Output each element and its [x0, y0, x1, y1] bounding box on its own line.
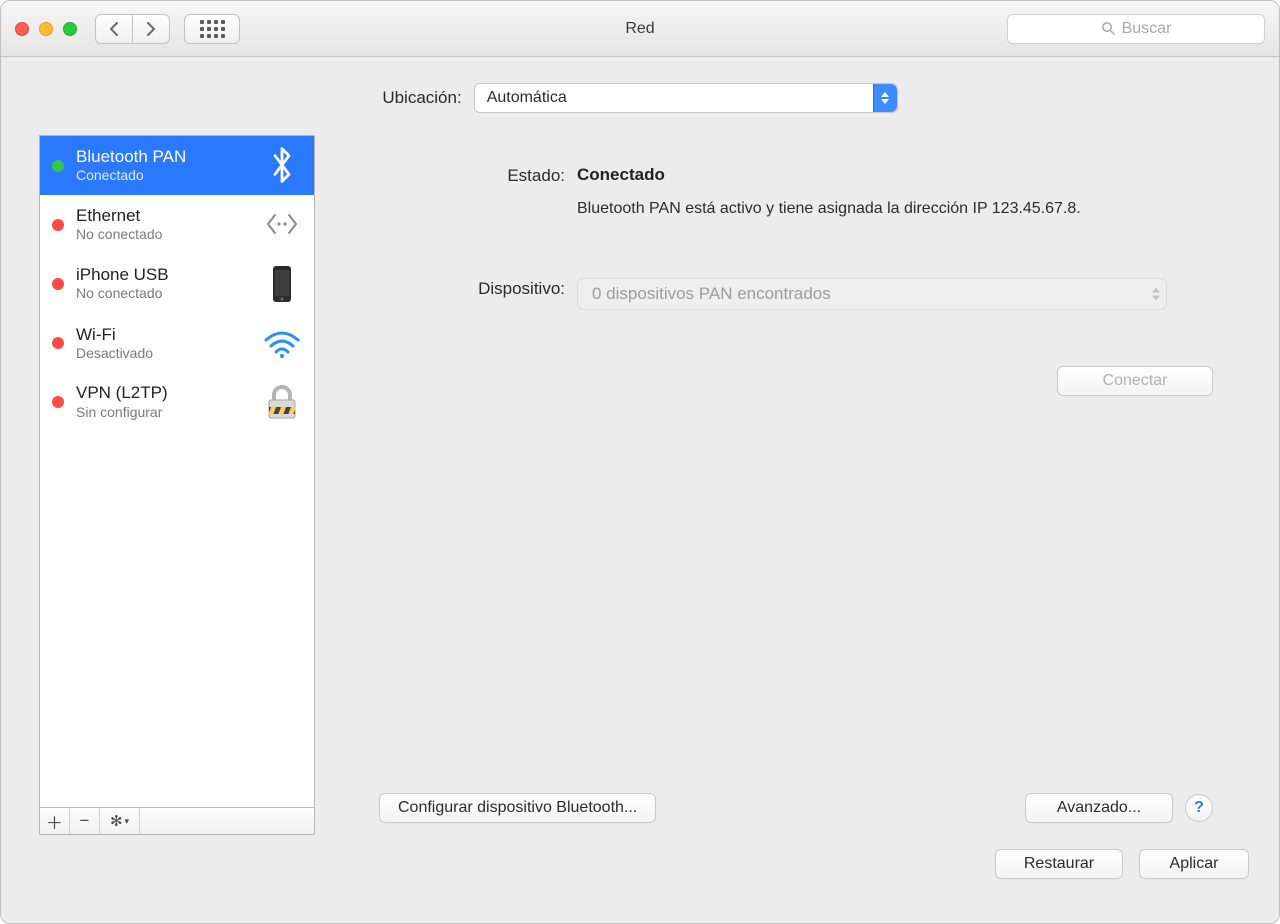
- service-iphone-usb[interactable]: iPhone USB No conectado: [40, 254, 314, 314]
- service-name: Ethernet: [76, 205, 248, 226]
- ethernet-icon: [260, 207, 304, 241]
- advanced-button[interactable]: Avanzado...: [1025, 793, 1173, 823]
- forward-button[interactable]: [132, 14, 170, 44]
- status-label: Estado:: [345, 165, 565, 220]
- pane-bottom-row: Configurar dispositivo Bluetooth... Avan…: [345, 793, 1213, 823]
- phone-icon: [260, 264, 304, 304]
- revert-button[interactable]: Restaurar: [995, 849, 1123, 879]
- sidebar-footer: ＋ − ✻ ▾: [39, 807, 315, 835]
- service-status: Desactivado: [76, 345, 248, 363]
- status-dot-icon: [52, 396, 64, 408]
- service-status: No conectado: [76, 285, 248, 303]
- service-ethernet[interactable]: Ethernet No conectado: [40, 195, 314, 254]
- gear-icon: ✻: [110, 812, 123, 830]
- status-dot-icon: [52, 160, 64, 172]
- service-name: Bluetooth PAN: [76, 146, 248, 167]
- help-button[interactable]: ?: [1185, 794, 1213, 822]
- footer-buttons: Restaurar Aplicar: [1, 835, 1279, 879]
- chevron-down-icon: ▾: [125, 816, 130, 827]
- search-field[interactable]: Buscar: [1007, 14, 1265, 44]
- service-status: Sin configurar: [76, 404, 248, 422]
- status-row: Estado: Conectado Bluetooth PAN está act…: [345, 165, 1213, 220]
- nav-group: [95, 14, 170, 44]
- service-status: Conectado: [76, 167, 248, 185]
- network-preferences-window: Red Buscar Ubicación: Automática Bluetoo…: [0, 0, 1280, 924]
- show-all-button[interactable]: [184, 14, 240, 44]
- lock-icon: [260, 383, 304, 421]
- service-bluetooth-pan[interactable]: Bluetooth PAN Conectado: [40, 136, 314, 195]
- service-name: VPN (L2TP): [76, 382, 248, 403]
- device-row: Dispositivo: 0 dispositivos PAN encontra…: [345, 278, 1213, 310]
- status-dot-icon: [52, 219, 64, 231]
- add-service-button[interactable]: ＋: [40, 808, 70, 834]
- remove-service-button[interactable]: −: [70, 808, 100, 834]
- select-stepper-icon: [873, 84, 897, 112]
- connect-button[interactable]: Conectar: [1057, 366, 1213, 396]
- wifi-icon: [260, 328, 304, 358]
- service-actions-menu[interactable]: ✻ ▾: [100, 808, 140, 834]
- window-controls: [15, 22, 77, 36]
- select-stepper-icon: [1152, 288, 1160, 301]
- status-description: Bluetooth PAN está activo y tiene asigna…: [577, 197, 1117, 220]
- device-value: 0 dispositivos PAN encontrados: [592, 284, 831, 304]
- location-row: Ubicación: Automática: [1, 57, 1279, 135]
- configure-bluetooth-button[interactable]: Configurar dispositivo Bluetooth...: [379, 793, 656, 823]
- search-placeholder: Buscar: [1122, 20, 1172, 38]
- service-name: iPhone USB: [76, 264, 248, 285]
- sidebar-column: Bluetooth PAN Conectado Ethernet No cone…: [39, 135, 315, 835]
- location-select[interactable]: Automática: [474, 83, 898, 113]
- service-name: Wi-Fi: [76, 324, 248, 345]
- device-label: Dispositivo:: [345, 278, 565, 310]
- status-dot-icon: [52, 278, 64, 290]
- connect-row: Conectar: [345, 366, 1213, 396]
- services-list: Bluetooth PAN Conectado Ethernet No cone…: [39, 135, 315, 807]
- body: Bluetooth PAN Conectado Ethernet No cone…: [1, 135, 1279, 835]
- zoom-window-button[interactable]: [63, 22, 77, 36]
- service-vpn[interactable]: VPN (L2TP) Sin configurar: [40, 372, 314, 431]
- service-wifi[interactable]: Wi-Fi Desactivado: [40, 314, 314, 373]
- apply-button[interactable]: Aplicar: [1139, 849, 1249, 879]
- status-value: Conectado: [577, 165, 1213, 185]
- titlebar: Red Buscar: [1, 1, 1279, 57]
- bluetooth-icon: [260, 146, 304, 184]
- location-label: Ubicación:: [382, 88, 461, 108]
- grid-icon: [200, 20, 225, 38]
- minimize-window-button[interactable]: [39, 22, 53, 36]
- window-title: Red: [625, 20, 654, 38]
- close-window-button[interactable]: [15, 22, 29, 36]
- service-status: No conectado: [76, 226, 248, 244]
- device-select[interactable]: 0 dispositivos PAN encontrados: [577, 278, 1167, 310]
- chevron-right-icon: [145, 22, 157, 36]
- location-value: Automática: [487, 89, 567, 107]
- status-dot-icon: [52, 337, 64, 349]
- chevron-left-icon: [108, 22, 120, 36]
- search-icon: [1101, 21, 1116, 36]
- back-button[interactable]: [95, 14, 132, 44]
- detail-pane: Estado: Conectado Bluetooth PAN está act…: [345, 135, 1249, 835]
